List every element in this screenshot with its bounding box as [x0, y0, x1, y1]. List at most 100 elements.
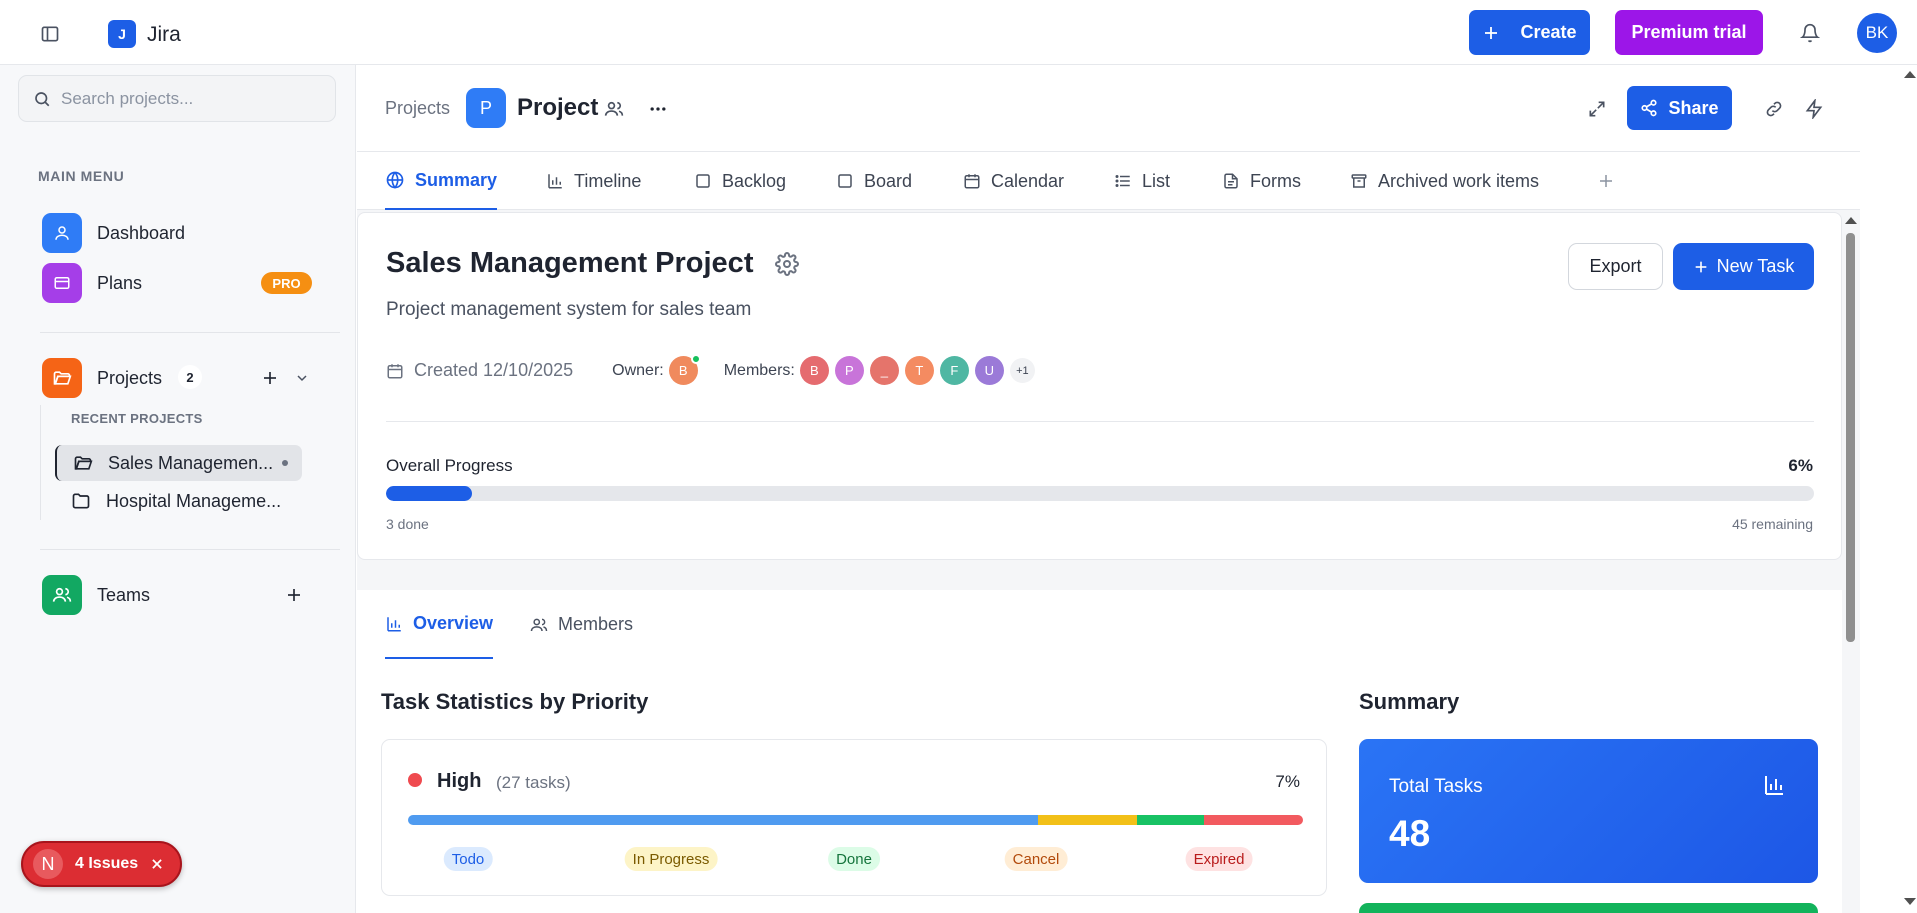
tab-calendar[interactable]: Calendar — [963, 152, 1064, 210]
summary-title: Summary — [1359, 689, 1460, 714]
project-icon: P — [466, 88, 506, 128]
sidebar-divider — [40, 332, 340, 333]
tab-archived-work-items[interactable]: Archived work items — [1350, 152, 1539, 210]
tab-label: Timeline — [574, 170, 642, 191]
search-box[interactable] — [18, 75, 336, 122]
expand-icon[interactable] — [1584, 96, 1610, 122]
member-avatar[interactable]: F — [939, 356, 969, 385]
sidebar-item-label: Dashboard — [97, 222, 186, 243]
sidebar-item-label: Projects — [97, 367, 163, 388]
page-scrollbar[interactable] — [1860, 65, 1917, 913]
tab-backlog[interactable]: Backlog — [694, 152, 786, 210]
sidebar-item-projects[interactable]: Projects — [42, 358, 162, 398]
tab-label: Forms — [1250, 170, 1301, 191]
create-label: Create — [1520, 22, 1577, 42]
sidebar-item-plans[interactable]: Plans — [42, 263, 142, 303]
search-icon — [33, 90, 51, 108]
chevron-down-icon[interactable] — [290, 366, 314, 390]
project-header: Projects P Project Share — [357, 65, 1860, 152]
app-name[interactable]: Jira — [147, 23, 181, 47]
scroll-down-arrow-icon[interactable] — [1904, 898, 1916, 905]
project-title: Sales Management Project — [386, 247, 754, 279]
user-icon — [42, 213, 82, 253]
priority-count: (27 tasks) — [496, 773, 571, 792]
link-icon[interactable] — [1761, 96, 1787, 122]
status-badge-expired: Expired — [1185, 847, 1253, 871]
project-description: Project management system for sales team — [386, 299, 752, 320]
premium-trial-button[interactable]: Premium trial — [1615, 10, 1763, 55]
search-input[interactable] — [61, 88, 321, 109]
folder-open-icon — [42, 358, 82, 398]
sidebar-item-dashboard[interactable]: Dashboard — [42, 213, 185, 253]
new-task-button[interactable]: New Task — [1673, 243, 1814, 290]
scrollbar-thumb[interactable] — [1846, 233, 1855, 642]
member-avatar[interactable]: U — [974, 356, 1004, 385]
square-icon — [694, 172, 712, 190]
sidebar-toggle-icon[interactable] — [38, 22, 62, 46]
share-icon — [1640, 99, 1658, 117]
projects-count-badge: 2 — [178, 365, 202, 389]
main-content: Sales Management Project Project managem… — [357, 210, 1860, 913]
add-tab-plus-icon[interactable] — [1597, 152, 1615, 210]
tab-members[interactable]: Members — [530, 590, 633, 659]
member-avatar[interactable]: P — [834, 356, 864, 385]
breadcrumb[interactable]: Projects — [385, 98, 450, 119]
close-icon[interactable] — [150, 857, 164, 871]
owner-avatar[interactable]: B — [668, 354, 701, 385]
tab-summary[interactable]: Summary — [385, 152, 498, 210]
status-segment-todo — [408, 815, 1039, 825]
square-icon — [836, 172, 854, 190]
bell-icon[interactable] — [1797, 20, 1823, 46]
sidebar-item-label: Plans — [97, 272, 143, 293]
member-avatar[interactable]: T — [904, 356, 934, 385]
online-status-dot — [690, 354, 701, 364]
project-meta: Created 12/10/2025 Owner: B Members: B P _… — [386, 354, 1035, 385]
progress-done: 3 done — [386, 516, 429, 532]
add-project-plus-icon[interactable] — [258, 366, 282, 390]
status-segment-expired — [1203, 815, 1303, 825]
share-button[interactable]: Share — [1627, 86, 1732, 130]
members-more-badge[interactable]: +1 — [1009, 358, 1035, 383]
tab-forms[interactable]: Forms — [1222, 152, 1301, 210]
file-text-icon — [1222, 172, 1240, 190]
page-title: Project — [517, 94, 599, 121]
priority-status-bar — [408, 815, 1303, 825]
members-label: Members: — [723, 361, 795, 379]
member-avatar[interactable]: B — [799, 356, 829, 385]
recent-project-item[interactable]: Hospital Manageme... — [55, 483, 302, 519]
tab-label: Overview — [413, 613, 494, 633]
content-scrollbar[interactable] — [1843, 215, 1859, 913]
tab-overview[interactable]: Overview — [385, 590, 494, 659]
tab-list[interactable]: List — [1114, 152, 1170, 210]
progress-bar — [386, 486, 1814, 501]
list-icon — [1114, 172, 1132, 190]
export-button[interactable]: Export — [1568, 243, 1663, 290]
sidebar: MAIN MENU Dashboard Plans PRO Projects 2… — [0, 65, 356, 913]
tab-label: Archived work items — [1378, 170, 1540, 191]
user-avatar[interactable]: BK — [1857, 13, 1897, 53]
tab-label: Backlog — [722, 170, 787, 191]
top-bar: J Jira Create Premium trial BK — [0, 0, 1917, 65]
member-avatar[interactable]: _ — [869, 356, 899, 385]
task-stats-title: Task Statistics by Priority — [381, 689, 649, 714]
issues-toast[interactable]: N 4 Issues — [21, 841, 182, 887]
more-icon[interactable] — [645, 96, 671, 122]
sidebar-item-teams[interactable]: Teams — [42, 575, 150, 615]
create-button[interactable]: Create — [1469, 10, 1590, 55]
add-team-plus-icon[interactable] — [282, 583, 306, 607]
lightning-icon[interactable] — [1801, 96, 1827, 122]
scroll-up-arrow-icon[interactable] — [1845, 217, 1857, 224]
bar-chart-icon — [385, 615, 403, 633]
members-icon[interactable] — [601, 96, 627, 122]
scroll-up-arrow-icon[interactable] — [1904, 71, 1916, 78]
gear-icon[interactable] — [775, 252, 801, 278]
sidebar-item-label: Teams — [97, 584, 151, 605]
recent-project-item[interactable]: Sales Managemen... — [55, 445, 302, 481]
users-icon — [530, 616, 548, 634]
tab-label: Summary — [415, 169, 498, 190]
priority-name: High — [437, 770, 482, 792]
tab-label: Board — [864, 170, 913, 191]
tab-timeline[interactable]: Timeline — [546, 152, 641, 210]
tab-board[interactable]: Board — [836, 152, 912, 210]
app-logo[interactable]: J — [108, 20, 136, 48]
